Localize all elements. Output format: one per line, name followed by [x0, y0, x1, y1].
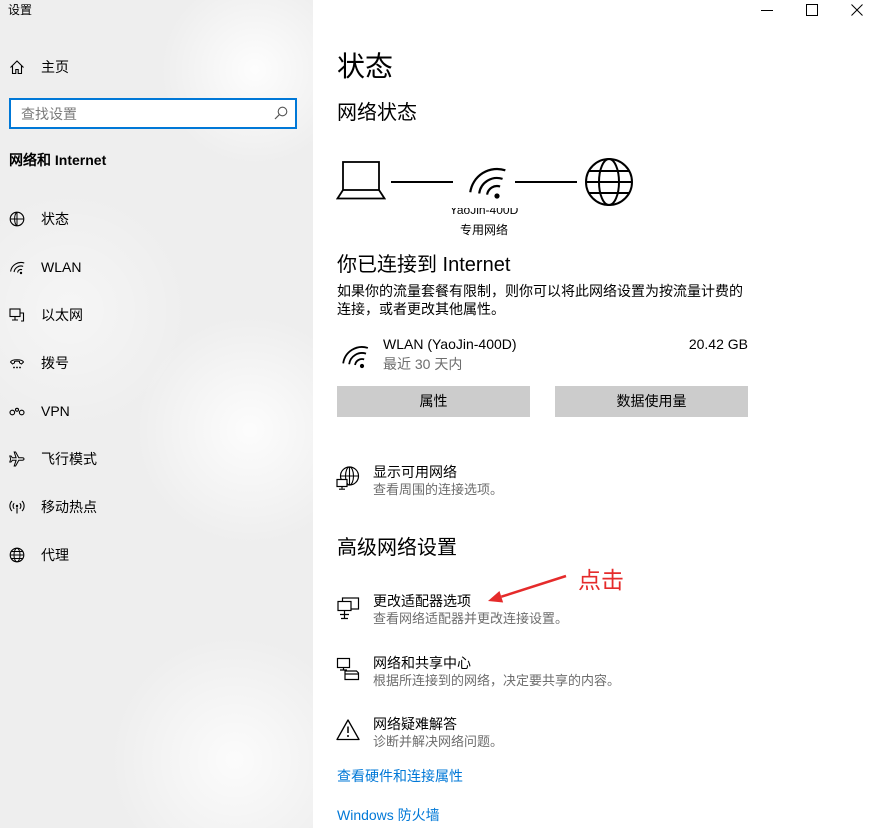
network-name-clipped: YaoJin-400D — [434, 208, 534, 218]
windows-firewall-link[interactable]: Windows 防火墙 — [337, 805, 440, 825]
hardware-properties-link[interactable]: 查看硬件和连接属性 — [337, 766, 463, 786]
connected-description-line: 如果你的流量套餐有限制，则你可以将此网络设置为按流量计费的 — [337, 283, 743, 299]
wifi-icon — [9, 259, 25, 275]
sidebar-item-label: VPN — [41, 403, 70, 419]
sidebar-item-label: WLAN — [41, 259, 82, 275]
network-type: 专用网络 — [459, 223, 508, 237]
airplane-icon — [9, 451, 25, 467]
sharing-center-link[interactable]: 网络和共享中心 根据所连接到的网络，决定要共享的内容。 — [336, 653, 756, 693]
wifi-icon — [340, 343, 370, 371]
minimize-icon — [761, 4, 773, 16]
search-icon[interactable] — [274, 106, 288, 120]
adapter-options-title: 更改适配器选项 — [373, 593, 471, 609]
advanced-heading: 高级网络设置 — [337, 537, 457, 559]
laptop-icon — [336, 161, 386, 200]
sidebar-item-airplane-mode[interactable]: 飞行模式 — [0, 439, 313, 479]
sidebar-item-wlan[interactable]: WLAN — [0, 247, 313, 287]
sidebar-item-label: 代理 — [41, 547, 69, 563]
search-box[interactable] — [9, 98, 297, 129]
connected-heading: 你已连接到 Internet — [337, 254, 511, 276]
vpn-icon — [9, 403, 25, 419]
sidebar-item-label: 移动热点 — [41, 499, 97, 515]
connection-row: WLAN (YaoJin-400D) 最近 30 天内 20.42 GB — [337, 334, 748, 374]
sidebar-item-label: 以太网 — [41, 307, 83, 323]
sidebar-item-label: 拨号 — [41, 355, 69, 371]
ethernet-icon — [9, 307, 25, 323]
search-input[interactable] — [21, 100, 265, 127]
sharing-center-icon — [336, 657, 360, 681]
connection-name: WLAN (YaoJin-400D) — [383, 336, 517, 352]
warning-icon — [336, 718, 360, 742]
sidebar-item-status[interactable]: 状态 — [0, 199, 313, 239]
sharing-center-title: 网络和共享中心 — [373, 655, 471, 671]
data-used: 20.42 GB — [688, 336, 748, 352]
connection-line — [391, 181, 453, 183]
window-title: 设置 — [8, 3, 33, 17]
troubleshooter-title: 网络疑难解答 — [373, 716, 457, 732]
internet-globe-icon — [584, 157, 634, 207]
maximize-icon — [806, 4, 818, 16]
page-title: 状态 — [337, 51, 394, 82]
sidebar-item-home[interactable]: 主页 — [0, 47, 313, 87]
section-title: 网络和 Internet — [9, 152, 107, 168]
show-networks-icon — [336, 466, 360, 490]
connection-period: 最近 30 天内 — [383, 356, 463, 372]
sidebar-item-proxy[interactable]: 代理 — [0, 535, 313, 575]
sidebar-item-mobile-hotspot[interactable]: 移动热点 — [0, 487, 313, 527]
adapter-icon — [336, 597, 360, 621]
network-status-heading: 网络状态 — [337, 102, 417, 124]
adapter-options-description: 查看网络适配器并更改连接设置。 — [373, 611, 569, 626]
connection-line — [515, 181, 577, 183]
show-networks-title: 显示可用网络 — [373, 464, 457, 480]
wifi-icon — [466, 165, 508, 201]
close-button[interactable] — [844, 0, 870, 20]
data-usage-button[interactable]: 数据使用量 — [555, 386, 748, 417]
close-icon — [851, 4, 863, 16]
connected-description-line: 连接，或者更改其他属性。 — [337, 301, 505, 317]
main-content: 状态 网络状态 YaoJin-400D 专用网络 你已连接到 Internet … — [313, 0, 870, 828]
network-name: YaoJin-400D — [449, 208, 519, 217]
red-arrow-icon — [480, 565, 575, 610]
sidebar-item-label: 主页 — [41, 59, 69, 75]
sharing-center-description: 根据所连接到的网络，决定要共享的内容。 — [373, 673, 621, 688]
maximize-button[interactable] — [799, 0, 825, 20]
status-globe-icon — [9, 211, 25, 227]
troubleshooter-link[interactable]: 网络疑难解答 诊断并解决网络问题。 — [336, 714, 756, 754]
annotation-label: 点击 — [578, 567, 624, 593]
sidebar-item-label: 状态 — [41, 211, 69, 227]
properties-button[interactable]: 属性 — [337, 386, 530, 417]
sidebar-item-vpn[interactable]: VPN — [0, 391, 313, 431]
show-networks-link[interactable]: 显示可用网络 查看周围的连接选项。 — [336, 462, 756, 502]
sidebar-item-ethernet[interactable]: 以太网 — [0, 295, 313, 335]
hotspot-icon — [9, 499, 25, 515]
dialup-icon — [9, 355, 25, 371]
sidebar-item-label: 飞行模式 — [41, 451, 97, 467]
settings-window: 设置 主页 网络和 Internet 状态 WLAN — [0, 0, 870, 828]
show-networks-description: 查看周围的连接选项。 — [373, 482, 504, 497]
minimize-button[interactable] — [754, 0, 780, 20]
sidebar: 设置 主页 网络和 Internet 状态 WLAN — [0, 0, 313, 828]
proxy-globe-icon — [9, 547, 25, 563]
home-icon — [9, 59, 25, 75]
troubleshooter-description: 诊断并解决网络问题。 — [373, 734, 504, 749]
sidebar-item-dialup[interactable]: 拨号 — [0, 343, 313, 383]
